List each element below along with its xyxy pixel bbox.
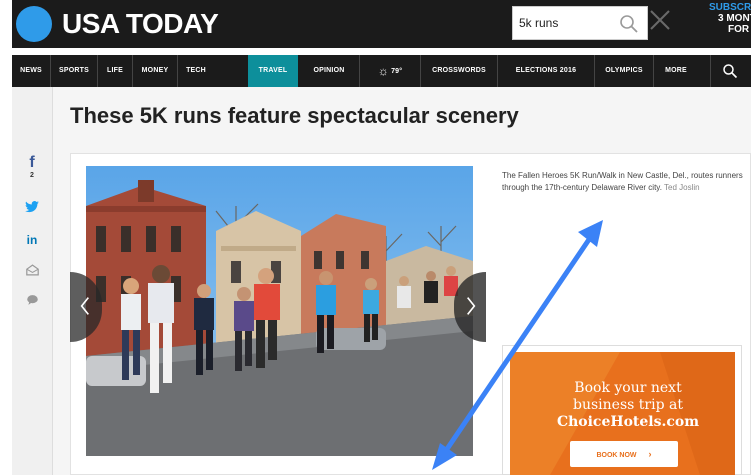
share-sidebar: f 2 in	[12, 87, 53, 475]
comment-icon	[26, 295, 38, 305]
ad-book-now-button[interactable]: BOOK NOW ›	[570, 441, 678, 467]
nav-news[interactable]: NEWS	[12, 55, 50, 87]
page-frame: USA TODAY SUBSCRIBE 3 MONTH FOR $2 NEWS …	[0, 0, 751, 475]
subscribe-for: FOR	[727, 24, 751, 35]
article-headline: These 5K runs feature spectacular scener…	[70, 103, 519, 128]
ad-brand: ChoiceHotels.com	[556, 414, 700, 430]
nav-opinion[interactable]: OPINION	[299, 55, 359, 87]
chevron-right-icon	[467, 297, 476, 315]
nav-life[interactable]: LIFE	[98, 55, 132, 87]
chevron-left-icon	[80, 297, 89, 315]
share-linkedin[interactable]: in	[12, 227, 52, 253]
nav-crosswords[interactable]: CROSSWORDS	[421, 55, 497, 87]
nav-divider	[710, 55, 711, 87]
photo-credit: Ted Joslin	[664, 183, 700, 192]
weather-temp: 79°	[391, 67, 403, 75]
close-icon[interactable]	[648, 8, 672, 32]
ad-line-1: Book your next	[574, 380, 682, 396]
subscribe-label: SUBSCRIBE	[709, 2, 751, 13]
nav-sports[interactable]: SPORTS	[51, 55, 97, 87]
ad-copy: Book your next business trip at ChoiceHo…	[538, 380, 718, 431]
share-twitter[interactable]	[12, 195, 52, 221]
share-comment[interactable]	[12, 287, 52, 313]
facebook-icon: f	[29, 154, 35, 171]
ad-book-now-label: BOOK NOW	[596, 452, 637, 459]
share-facebook[interactable]: f 2	[12, 155, 52, 187]
search-icon[interactable]	[619, 14, 639, 34]
search-input[interactable]	[519, 14, 619, 32]
nav-elections-2016[interactable]: ELECTIONS 2016	[498, 55, 594, 87]
main-nav: NEWS SPORTS LIFE MONEY TECH TRAVEL OPINI…	[12, 55, 751, 87]
subscribe-link[interactable]: SUBSCRIBE 3 MONTH FOR $2	[709, 2, 751, 35]
nav-more[interactable]: MORE	[654, 55, 698, 87]
nav-tech[interactable]: TECH	[178, 55, 214, 87]
weather-icon: ☼	[377, 64, 389, 78]
site-logo[interactable]: USA TODAY	[62, 8, 219, 40]
runners-photo-illustration	[86, 166, 473, 456]
chevron-right-icon: ›	[648, 449, 652, 459]
email-icon	[25, 264, 39, 276]
facebook-share-count: 2	[30, 172, 34, 179]
share-email[interactable]	[12, 257, 52, 283]
nav-money[interactable]: MONEY	[133, 55, 177, 87]
photo-caption: The Fallen Heroes 5K Run/Walk in New Cas…	[502, 170, 747, 194]
ad-line-2: business trip at	[573, 397, 683, 413]
subscribe-offer: 3 MONTH	[718, 13, 751, 24]
subscribe-price-line: FOR $2	[709, 24, 751, 35]
twitter-icon	[25, 201, 39, 213]
search-box[interactable]	[512, 6, 648, 40]
logo-circle-icon[interactable]	[16, 6, 52, 42]
nav-search-icon[interactable]	[722, 63, 738, 79]
linkedin-icon: in	[26, 233, 38, 247]
caption-text: The Fallen Heroes 5K Run/Walk in New Cas…	[502, 171, 743, 192]
nav-travel[interactable]: TRAVEL	[248, 55, 298, 87]
nav-olympics[interactable]: OLYMPICS	[595, 55, 653, 87]
top-header: USA TODAY SUBSCRIBE 3 MONTH FOR $2	[12, 0, 751, 48]
gallery-photo[interactable]	[86, 166, 473, 456]
nav-weather[interactable]: ☼ 79°	[360, 55, 420, 87]
